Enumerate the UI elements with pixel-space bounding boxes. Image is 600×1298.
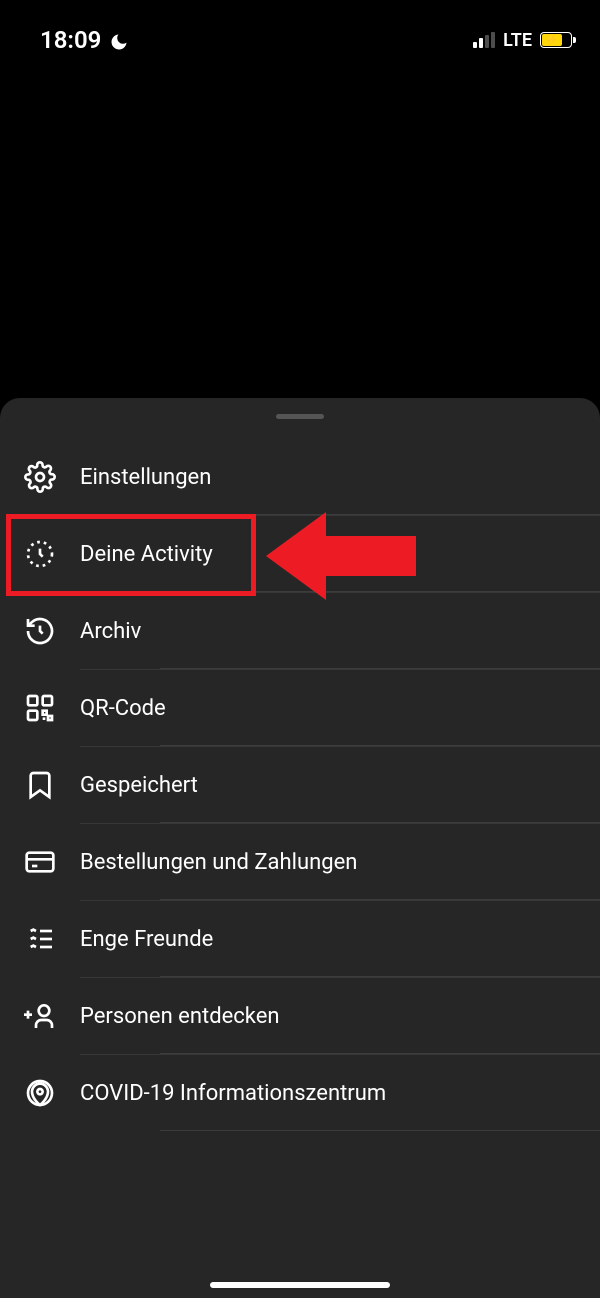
menu-item-orders[interactable]: Bestellungen und Zahlungen	[80, 823, 600, 900]
menu-label: Deine Activity	[80, 542, 213, 567]
discover-icon	[24, 1000, 56, 1032]
menu-label: Archiv	[80, 619, 141, 644]
bookmark-icon	[24, 769, 56, 801]
archive-icon	[24, 615, 56, 647]
menu-item-archive[interactable]: Archiv	[80, 592, 600, 669]
menu-bottom-sheet[interactable]: Einstellungen Deine Activity Archiv QR-C…	[0, 398, 600, 1298]
menu-item-settings[interactable]: Einstellungen	[0, 439, 600, 515]
menu-label: Gespeichert	[80, 773, 198, 798]
card-icon	[24, 846, 56, 878]
menu-label: Personen entdecken	[80, 1004, 280, 1029]
menu-item-discover[interactable]: Personen entdecken	[80, 977, 600, 1054]
status-bar: 18:09 LTE ⚡	[0, 0, 600, 60]
menu-item-saved[interactable]: Gespeichert	[80, 746, 600, 823]
menu-label: COVID-19 Informationszentrum	[80, 1081, 386, 1106]
menu-item-activity[interactable]: Deine Activity	[80, 515, 600, 592]
menu-list: Einstellungen Deine Activity Archiv QR-C…	[0, 439, 600, 1131]
battery-charging-icon: ⚡	[540, 32, 572, 48]
status-right: LTE ⚡	[473, 30, 572, 51]
closefriends-icon	[24, 923, 56, 955]
menu-item-close-friends[interactable]: Enge Freunde	[80, 900, 600, 977]
covid-icon	[24, 1077, 56, 1109]
menu-label: Einstellungen	[80, 465, 211, 490]
drag-handle[interactable]	[276, 414, 324, 419]
status-left: 18:09	[40, 26, 129, 54]
menu-label: QR-Code	[80, 696, 166, 721]
status-time: 18:09	[40, 26, 101, 54]
qrcode-icon	[24, 692, 56, 724]
menu-label: Bestellungen und Zahlungen	[80, 850, 357, 875]
menu-label: Enge Freunde	[80, 927, 213, 952]
menu-item-covid[interactable]: COVID-19 Informationszentrum	[80, 1054, 600, 1131]
home-indicator[interactable]	[210, 1282, 390, 1288]
menu-item-qr[interactable]: QR-Code	[80, 669, 600, 746]
gear-icon	[24, 461, 56, 493]
network-label: LTE	[503, 30, 532, 51]
moon-icon	[109, 30, 129, 50]
cellular-signal-icon	[473, 32, 495, 48]
activity-icon	[24, 538, 56, 570]
